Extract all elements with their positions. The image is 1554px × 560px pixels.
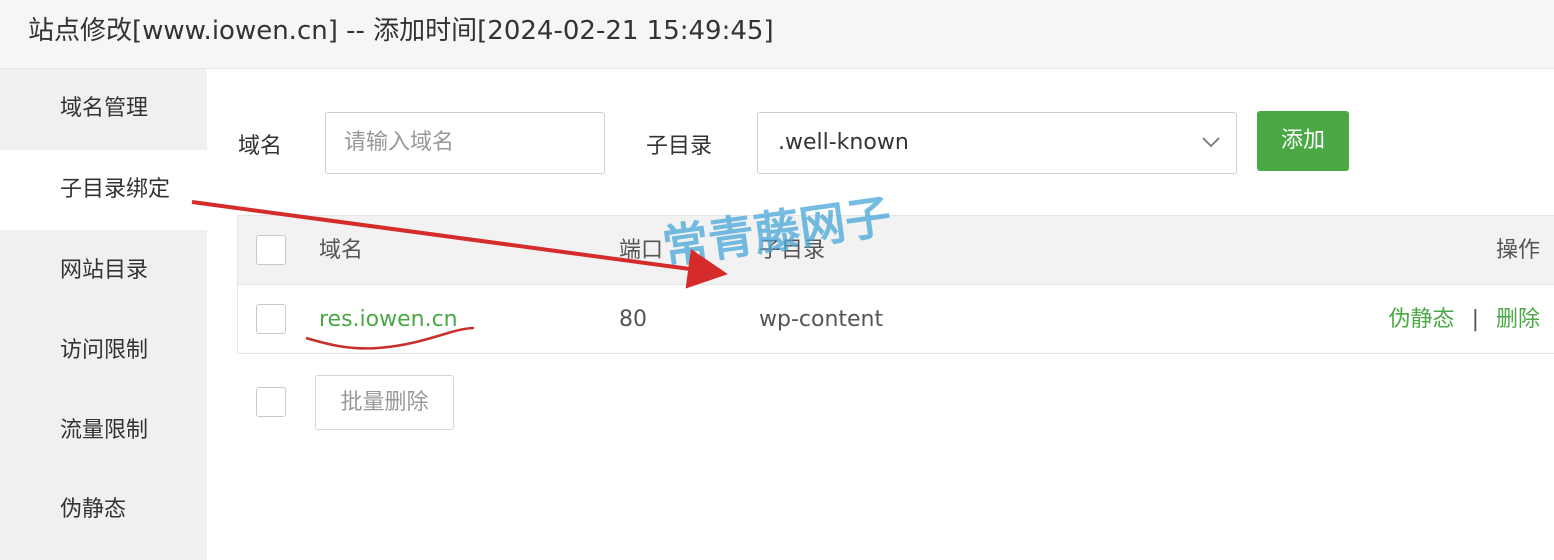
header-domain: 域名 [319,238,364,263]
select-all-checkbox[interactable] [256,235,286,265]
subdir-select[interactable]: .well-known [757,112,1237,174]
sidebar: 域名管理 子目录绑定 网站目录 访问限制 流量限制 伪静态 [0,69,207,560]
sidebar-item-traffic-limit[interactable]: 流量限制 [0,391,207,471]
subdir-label: 子目录 [646,134,713,159]
window-title: 站点修改[www.iowen.cn] -- 添加时间[2024-02-21 15… [28,16,774,46]
domain-label: 域名 [238,134,283,159]
domain-input[interactable]: 请输入域名 [325,112,605,174]
row-actions: 伪静态 | 删除 [1389,285,1540,354]
row-port: 80 [619,307,647,332]
action-separator: | [1471,307,1479,332]
header-actions: 操作 [1495,238,1540,263]
delete-link[interactable]: 删除 [1496,307,1540,332]
row-checkbox[interactable] [256,304,286,334]
sidebar-item-access-restriction[interactable]: 访问限制 [0,311,207,391]
sidebar-item-domain-management[interactable]: 域名管理 [0,69,207,149]
table-header: 域名 端口 子目录 操作 [238,216,1554,285]
subdir-select-value: .well-known [778,130,909,155]
row-domain-link[interactable]: res.iowen.cn [319,285,458,354]
chevron-down-icon [1202,137,1220,148]
table-row: res.iowen.cn 80 wp-content 伪静态 | 删除 [238,285,1554,354]
sidebar-item-rewrite[interactable]: 伪静态 [0,470,207,550]
title-bar: 站点修改[www.iowen.cn] -- 添加时间[2024-02-21 15… [0,0,1554,69]
batch-delete-button[interactable]: 批量删除 [315,375,454,430]
sidebar-item-site-directory[interactable]: 网站目录 [0,231,207,311]
row-subdir: wp-content [759,307,884,332]
subdir-binding-table: 域名 端口 子目录 操作 res.iowen.cn 80 wp-content … [237,215,1554,354]
sidebar-item-subdirectory-binding[interactable]: 子目录绑定 [0,150,207,230]
add-button[interactable]: 添加 [1257,111,1349,171]
domain-input-placeholder: 请输入域名 [344,130,455,155]
batch-select-checkbox[interactable] [256,387,286,417]
rewrite-link[interactable]: 伪静态 [1389,307,1455,332]
header-port: 端口 [619,238,664,263]
